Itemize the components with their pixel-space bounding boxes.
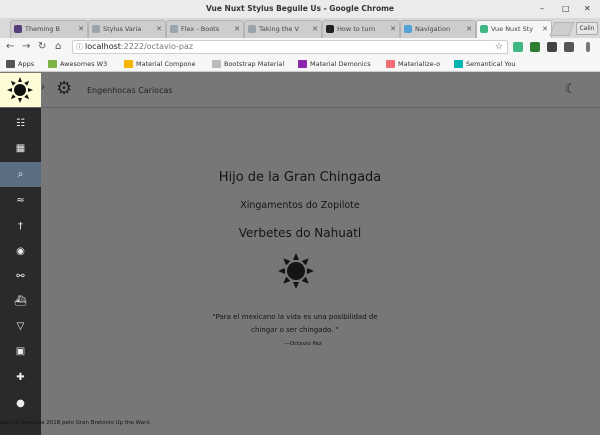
close-window-icon[interactable]: ✕ — [584, 0, 591, 18]
apps-icon[interactable]: ☷ — [0, 111, 41, 136]
address-host: localhost — [85, 42, 121, 51]
close-tab-icon[interactable]: ✕ — [234, 21, 240, 38]
vuetify-favicon-icon — [404, 25, 412, 33]
browser-tab[interactable]: Stylus Varia ✕ — [88, 20, 166, 38]
bookmark[interactable]: Materialize-o — [386, 56, 440, 72]
bootstrap-favicon-icon — [14, 25, 22, 33]
reload-icon[interactable]: ↻ — [38, 38, 46, 56]
close-tab-icon[interactable]: ✕ — [78, 21, 84, 38]
info-icon[interactable]: ⓘ — [76, 41, 83, 53]
page-favicon-icon — [248, 25, 256, 33]
footer-credit: ado na Samboja 2018 pelo Gran Bretónio U… — [0, 420, 150, 426]
minimize-icon[interactable]: – — [540, 0, 544, 18]
close-tab-icon[interactable]: ✕ — [312, 21, 318, 38]
bookmark-favicon-icon — [48, 60, 57, 68]
browser-tab[interactable]: Theming B ✕ — [10, 20, 88, 38]
sidebar: ☷ ▦ ⌕ ≈ † ◉ ⚯ ⛴ ▽ ▣ ✚ ● — [0, 108, 41, 435]
heading-primary: Hijo de la Gran Chingada — [218, 170, 382, 185]
extension-icon[interactable] — [547, 42, 557, 52]
quote-author: —Octavio Paz — [284, 341, 322, 347]
bookmarks-bar: Apps Awesomes W3 Material Compone Bootst… — [0, 56, 600, 72]
bookmark-favicon-icon — [124, 60, 133, 68]
quote-text: "Para el mexicano la vida es una posibil… — [212, 313, 378, 334]
sun-icon — [276, 251, 316, 298]
bookmark-apps[interactable]: Apps — [6, 56, 34, 72]
back-icon[interactable]: ← — [6, 38, 14, 56]
location-pin-icon[interactable]: ● — [0, 391, 41, 416]
bookmark-star-icon[interactable]: ☆ — [495, 41, 503, 53]
forward-icon[interactable]: → — [22, 38, 30, 56]
heading-secondary: Xingamentos do Zopilote — [240, 200, 360, 211]
tab-label: Navigation — [415, 25, 451, 33]
dashboard-icon[interactable]: ▦ — [0, 136, 41, 161]
apps-grid-icon — [6, 60, 15, 68]
bookmark[interactable]: Material Demonics — [298, 56, 371, 72]
menu-kebab-icon[interactable] — [586, 42, 590, 52]
bookmark[interactable]: Material Compone — [124, 56, 196, 72]
extension-icon[interactable] — [564, 42, 574, 52]
tab-label: Flex - Boots — [181, 25, 220, 33]
page-favicon-icon — [170, 25, 178, 33]
extension-icon[interactable] — [530, 42, 540, 52]
browser-tab-active[interactable]: Vue Nuxt Sty ✕ — [476, 20, 552, 38]
cocktail-icon[interactable]: ▽ — [0, 314, 41, 339]
place-icon[interactable]: ◉ — [0, 239, 41, 264]
browser-tab[interactable]: How to turn ✕ — [322, 20, 400, 38]
gears-icon: ⚙ — [56, 78, 73, 99]
window-title: Vue Nuxt Stylus Beguile Us - Google Chro… — [0, 0, 600, 18]
bookmark-favicon-icon — [298, 60, 307, 68]
github-favicon-icon — [326, 25, 334, 33]
close-tab-icon[interactable]: ✕ — [156, 21, 162, 38]
chevron-right-icon[interactable]: › — [41, 82, 45, 93]
bookmark[interactable]: Bootstrap Material — [212, 56, 284, 72]
stylus-favicon-icon — [92, 25, 100, 33]
vue-favicon-icon — [480, 25, 488, 33]
app-title: Engenhocas Cariocas — [87, 86, 173, 95]
local-mall-icon[interactable]: ▣ — [0, 339, 41, 364]
bike-icon[interactable]: ⚯ — [0, 264, 41, 289]
profile-button[interactable]: Calin — [576, 22, 598, 35]
theme-toggle-icon[interactable]: ☾ — [565, 82, 577, 97]
sun-emblem-icon — [278, 253, 314, 289]
bookmark-favicon-icon — [212, 60, 221, 68]
hospital-icon[interactable]: ✚ — [0, 365, 41, 390]
tab-label: How to turn — [337, 25, 376, 33]
tab-strip: Theming B ✕ Stylus Varia ✕ Flex - Boots … — [0, 18, 600, 38]
address-bar[interactable]: ⓘ localhost:2222/octavio-paz ☆ — [72, 40, 508, 54]
close-tab-icon[interactable]: ✕ — [466, 21, 472, 38]
heading-tertiary: Verbetes do Nahuatl — [238, 226, 362, 240]
maximize-icon[interactable]: □ — [562, 0, 570, 18]
bookmark[interactable]: Awesomes W3 — [48, 56, 107, 72]
address-path: :2222/octavio-paz — [120, 42, 194, 51]
sun-logo-icon — [7, 77, 33, 103]
boat-icon[interactable]: ⛴ — [0, 289, 41, 314]
browser-tab[interactable]: Taking the V ✕ — [244, 20, 322, 38]
close-tab-icon[interactable]: ✕ — [390, 21, 396, 38]
tab-label: Stylus Varia — [103, 25, 142, 33]
close-tab-icon[interactable]: ✕ — [542, 21, 548, 38]
vue-devtools-icon[interactable] — [513, 42, 523, 52]
app-logo[interactable] — [0, 73, 41, 107]
bookmark[interactable]: Semantical You — [454, 56, 516, 72]
browser-tab[interactable]: Flex - Boots ✕ — [166, 20, 244, 38]
browser-toolbar: ← → ↻ ⌂ ⓘ localhost:2222/octavio-paz ☆ — [0, 38, 600, 56]
tab-label: Taking the V — [259, 25, 299, 33]
browser-tab[interactable]: Navigation ✕ — [400, 20, 476, 38]
bookmark-favicon-icon — [386, 60, 395, 68]
home-icon[interactable]: ⌂ — [55, 38, 61, 56]
main-content — [41, 108, 600, 435]
bookmark-favicon-icon — [454, 60, 463, 68]
tab-label: Vue Nuxt Sty — [491, 25, 534, 33]
tab-label: Theming B — [25, 25, 60, 33]
